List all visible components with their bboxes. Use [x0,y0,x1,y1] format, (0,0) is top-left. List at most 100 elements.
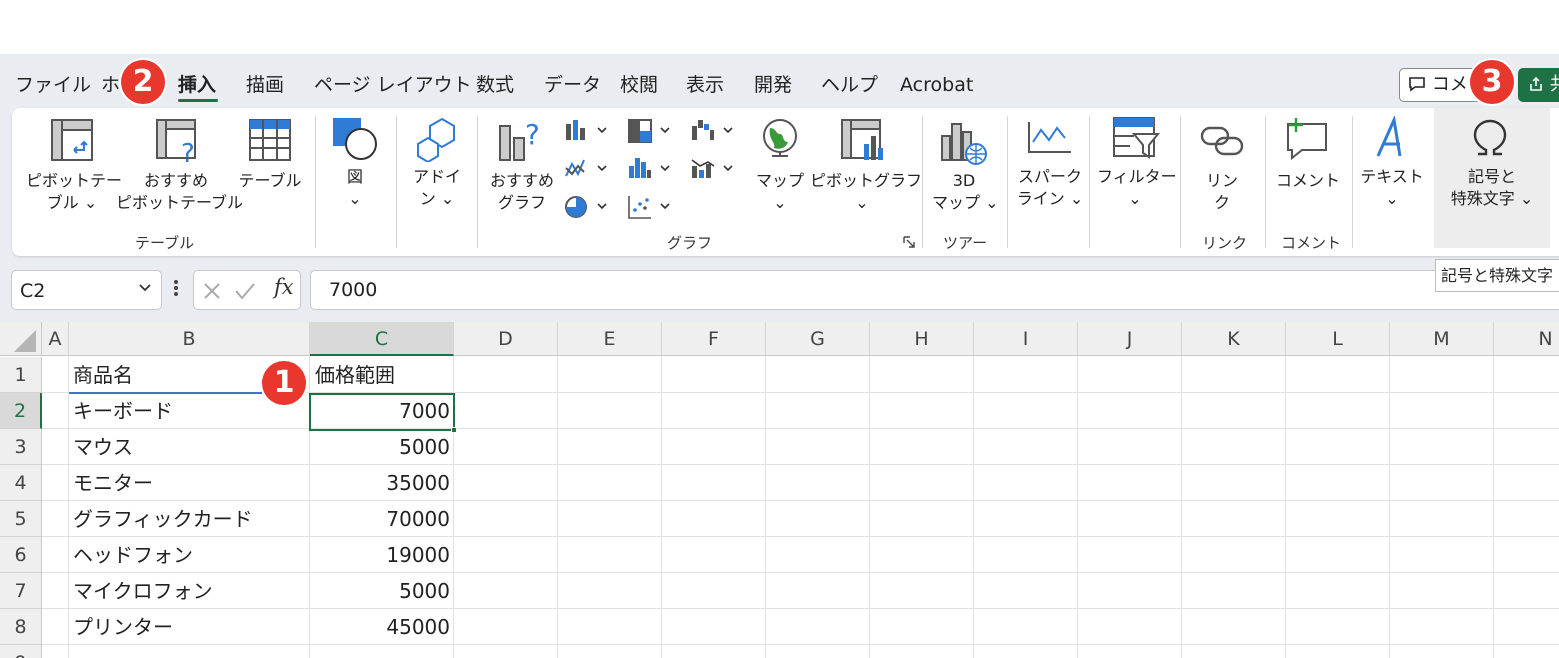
cell-B2[interactable]: キーボード [73,393,173,429]
separator [1007,116,1008,248]
filter-button[interactable]: フィルター ⌄ [1097,166,1177,210]
tab-data[interactable]: データ [544,72,601,98]
cell-B4[interactable]: モニター [73,465,153,501]
addins-button[interactable]: アドイ ン ⌄ [406,166,468,210]
scatter-chart-icon[interactable] [627,194,673,220]
column-header-F[interactable]: F [662,322,766,356]
row-header-9[interactable]: 9 [0,645,42,658]
column-header-M[interactable]: M [1390,322,1494,356]
map-chart-button[interactable]: マップ ⌄ [752,170,808,214]
group-label-tour: ツアー [943,234,988,252]
row-header-2[interactable]: 2 [0,393,42,429]
tab-help[interactable]: ヘルプ [821,72,878,98]
column-header-E[interactable]: E [558,322,662,356]
column-header-H[interactable]: H [870,322,974,356]
grid-column-line [869,356,870,658]
cell-C8[interactable]: 45000 [312,609,450,645]
cell-C7[interactable]: 5000 [312,573,450,609]
table-button[interactable]: テーブル [234,170,306,192]
grid-column-line [557,356,558,658]
pie-chart-icon[interactable] [564,194,610,220]
grid-column-line [1493,356,1494,658]
hierarchy-chart-icon[interactable] [627,118,673,144]
fill-handle[interactable] [451,427,457,433]
cell-C5[interactable]: 70000 [312,501,450,537]
recommended-charts-button[interactable]: おすすめ グラフ [488,170,556,214]
symbols-button[interactable]: 記号と 特殊文字 ⌄ [1436,166,1548,210]
grid-column-line [661,356,662,658]
enter-check-icon[interactable] [234,281,256,301]
comments-button[interactable]: コメ [1399,68,1481,102]
pivot-chart-label: ピボットグラフ [810,171,923,190]
separator [1180,116,1181,248]
recommended-pivot-icon: ? [156,119,196,164]
text-button[interactable]: テキスト ⌄ [1360,166,1424,210]
column-chart-icon[interactable] [564,118,610,144]
cell-B1[interactable]: 商品名 [73,357,133,393]
column-header-A[interactable]: A [42,322,69,356]
cancel-icon[interactable] [202,281,222,301]
column-header-K[interactable]: K [1182,322,1286,356]
combo-chart-icon[interactable] [690,156,736,182]
text-icon [1376,116,1402,157]
cell-B5[interactable]: グラフィックカード [73,501,253,537]
tab-insert[interactable]: 挿入 [178,72,216,98]
row-header-7[interactable]: 7 [0,573,42,609]
link-button[interactable]: リン ク [1200,170,1244,214]
recommended-pivot-button[interactable]: おすすめ ピボットテーブル [116,170,243,214]
cell-B3[interactable]: マウス [73,429,133,465]
column-header-G[interactable]: G [766,322,870,356]
cell-B6[interactable]: ヘッドフォン [73,537,193,573]
pivot-chart-button[interactable]: ピボットグラフ ⌄ [810,170,923,214]
column-header-N[interactable]: N [1494,322,1559,356]
tab-draw[interactable]: 描画 [246,72,284,98]
illustrations-button[interactable]: 図 ⌄ [330,166,380,210]
cell-B8[interactable]: プリンター [73,609,173,645]
comments-button-label: コメ [1431,74,1468,95]
cell-C3[interactable]: 5000 [312,429,450,465]
select-all-corner[interactable] [0,322,42,356]
separator [1352,116,1353,248]
insert-function-icon[interactable]: fx [274,275,294,299]
sparkline-button[interactable]: スパーク ライン ⌄ [1014,166,1086,210]
column-header-C[interactable]: C [310,322,454,356]
row-header-6[interactable]: 6 [0,537,42,573]
new-comment-button[interactable]: コメント [1276,170,1340,192]
row-header-3[interactable]: 3 [0,429,42,465]
cell-C1[interactable]: 価格範囲 [315,357,395,393]
row-header-1[interactable]: 1 [0,357,42,393]
tab-acrobat[interactable]: Acrobat [900,72,973,98]
share-button[interactable]: 共 [1518,68,1559,102]
row-header-4[interactable]: 4 [0,465,42,501]
tab-home[interactable]: ホ [101,72,120,98]
column-header-B[interactable]: B [69,322,310,356]
tab-view[interactable]: 表示 [686,72,724,98]
more-options-icon[interactable] [172,278,180,298]
cell-B7[interactable]: マイクロフォン [73,573,213,609]
grid-row-line [42,428,1559,429]
cell-C4[interactable]: 35000 [312,465,450,501]
row-header-5[interactable]: 5 [0,501,42,537]
tab-formulas[interactable]: 数式 [476,72,514,98]
tab-review[interactable]: 校閲 [620,72,658,98]
statistic-chart-icon[interactable] [627,156,673,182]
tab-page-layout[interactable]: ページ レイアウト [314,72,472,98]
grid-row-line [42,644,1559,645]
illustrations-label: 図 [346,167,363,186]
chevron-down-icon[interactable] [138,280,152,294]
formula-input[interactable]: 7000 [310,270,1559,310]
3d-map-button[interactable]: 3D マップ ⌄ [932,170,999,214]
column-header-L[interactable]: L [1286,322,1390,356]
link-icon [1200,126,1244,156]
column-header-J[interactable]: J [1078,322,1182,356]
pivot-table-button[interactable]: ピボットテー ブル ⌄ [26,170,122,214]
column-header-I[interactable]: I [974,322,1078,356]
tab-developer[interactable]: 開発 [754,72,792,98]
waterfall-chart-icon[interactable] [690,118,736,144]
cell-C6[interactable]: 19000 [312,537,450,573]
column-header-D[interactable]: D [454,322,558,356]
line-chart-icon[interactable] [564,156,610,182]
tab-file[interactable]: ファイル [15,72,91,98]
dialog-launcher-icon[interactable] [903,236,915,248]
row-header-8[interactable]: 8 [0,609,42,645]
